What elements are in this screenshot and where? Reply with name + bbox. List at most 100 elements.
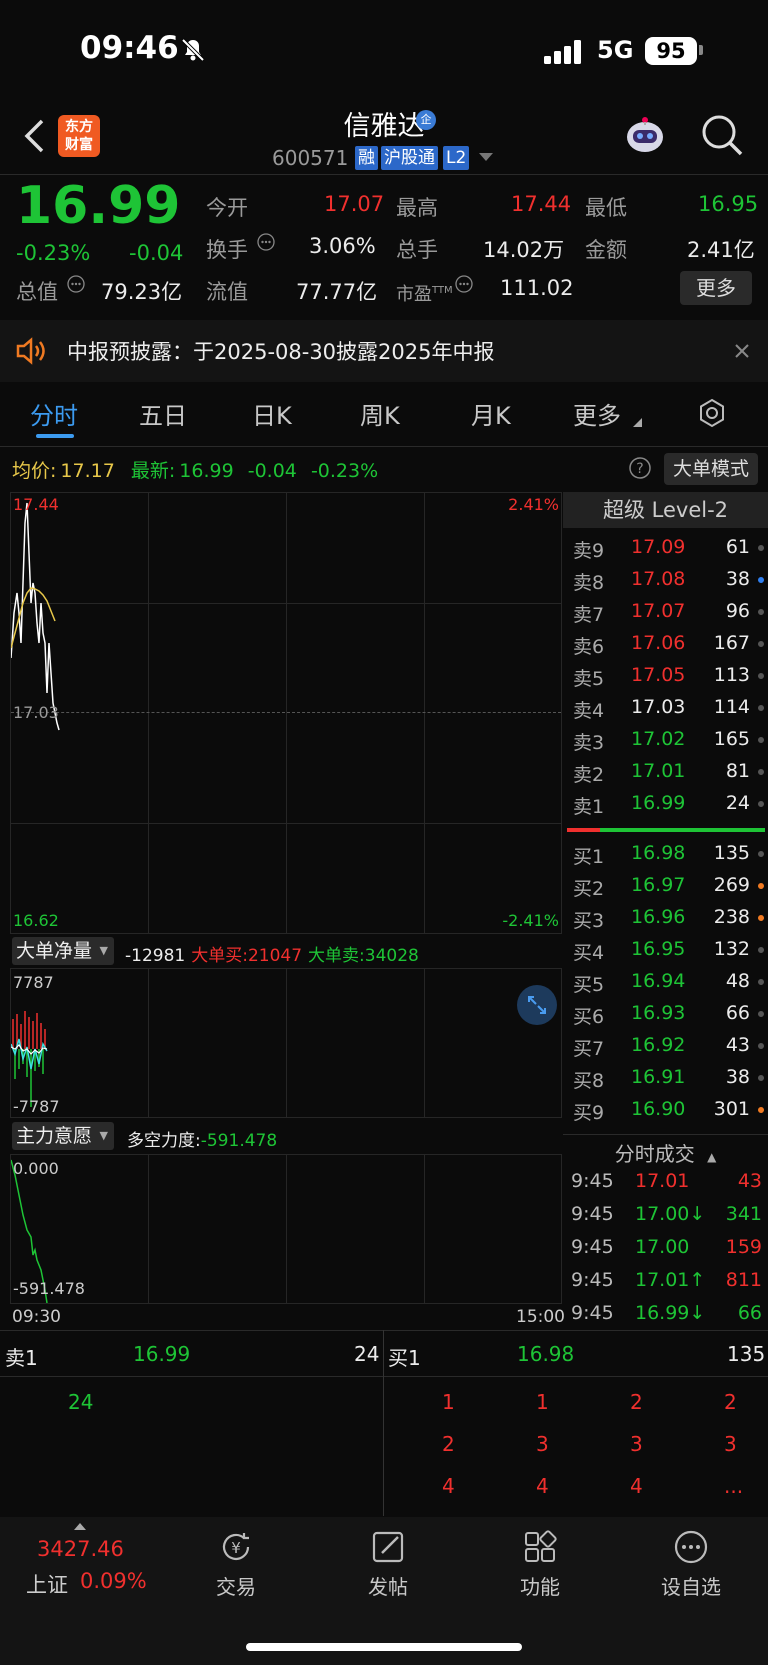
queue-sell-label: 卖1 bbox=[5, 1346, 38, 1370]
ask-volume: 61 bbox=[725, 536, 750, 558]
tab-indicator bbox=[36, 434, 74, 438]
queue-buy-item: 4 bbox=[536, 1474, 549, 1498]
open-value: 17.07 bbox=[324, 192, 385, 216]
trade-volume: 159 bbox=[725, 1236, 762, 1258]
search-icon[interactable] bbox=[700, 113, 744, 157]
yen-icon: ¥ bbox=[222, 1533, 250, 1560]
nav-add-watchlist[interactable]: 设自选 bbox=[641, 1529, 741, 1609]
index-value[interactable]: 3427.46 bbox=[37, 1537, 124, 1561]
queue-buy-item: 4 bbox=[630, 1474, 643, 1498]
close-icon[interactable] bbox=[734, 343, 750, 359]
ask-level: 卖5 bbox=[573, 668, 605, 690]
large-order-mode-button[interactable]: 大单模式 bbox=[664, 453, 758, 485]
bid-row[interactable]: 买4 16.95 132 bbox=[563, 934, 768, 966]
bid-price: 16.97 bbox=[631, 874, 686, 896]
bid-level: 买4 bbox=[573, 942, 605, 964]
ask-level: 卖7 bbox=[573, 604, 605, 626]
bid-row[interactable]: 买5 16.94 48 bbox=[563, 966, 768, 998]
ask-row[interactable]: 卖3 17.02 165 bbox=[563, 724, 768, 756]
tab-daily-k[interactable]: 日K bbox=[252, 396, 292, 431]
chart-summary: 均价: 17.17 最新: 16.99 -0.04 -0.23% bbox=[12, 460, 379, 482]
bid-row[interactable]: 买9 16.90 301 bbox=[563, 1094, 768, 1126]
trade-row: 9:45 17.00↓ 341 bbox=[563, 1199, 768, 1232]
bid-level: 买2 bbox=[573, 878, 605, 900]
gear-icon[interactable] bbox=[697, 398, 727, 428]
divider bbox=[563, 1134, 768, 1135]
dot-icon bbox=[758, 673, 764, 679]
trade-price: 17.00↓ bbox=[635, 1203, 706, 1225]
ratio-bar-sell bbox=[567, 828, 600, 832]
time-start: 09:30 bbox=[12, 1307, 61, 1327]
nav-post[interactable]: 发帖 bbox=[338, 1529, 438, 1609]
ask-row[interactable]: 卖7 17.07 96 bbox=[563, 596, 768, 628]
index-percent[interactable]: 0.09% bbox=[80, 1569, 147, 1593]
ask-row[interactable]: 卖6 17.06 167 bbox=[563, 628, 768, 660]
bid-level: 买5 bbox=[573, 974, 605, 996]
index-name[interactable]: 上证 bbox=[26, 1569, 68, 1599]
low-label: 最低 bbox=[585, 196, 627, 220]
trades-title[interactable]: 分时成交 ▲ bbox=[563, 1138, 768, 1167]
bid-price: 16.95 bbox=[631, 938, 686, 960]
dot-icon bbox=[758, 577, 764, 583]
more-button[interactable]: 更多 bbox=[680, 271, 752, 305]
intraday-chart[interactable]: 17.44 2.41% 17.03 16.62 -2.41% bbox=[10, 492, 562, 934]
queue-buy-item: 3 bbox=[724, 1432, 737, 1456]
queue-sell-item: 24 bbox=[68, 1390, 94, 1414]
bid-row[interactable]: 买3 16.96 238 bbox=[563, 902, 768, 934]
nav-trade[interactable]: ¥ 交易 bbox=[186, 1529, 286, 1609]
dot-icon bbox=[758, 801, 764, 807]
nav-functions[interactable]: 功能 bbox=[490, 1529, 590, 1609]
bid-volume: 132 bbox=[713, 938, 750, 960]
battery-level: 95 bbox=[645, 37, 697, 65]
ask-price: 17.07 bbox=[631, 600, 686, 622]
queue-buy-item: 2 bbox=[630, 1390, 643, 1414]
large-order-dropdown[interactable]: 大单净量 ▼ bbox=[12, 937, 115, 965]
net-volume-bars bbox=[11, 1011, 48, 1107]
info-dots-icon[interactable] bbox=[257, 233, 275, 251]
dot-icon bbox=[758, 1107, 764, 1113]
main-force-dropdown[interactable]: 主力意愿 ▼ bbox=[12, 1122, 115, 1150]
nav-post-label: 发帖 bbox=[368, 1575, 408, 1599]
dropdown-caret-icon[interactable] bbox=[479, 153, 493, 161]
tab-five-day[interactable]: 五日 bbox=[139, 396, 187, 431]
trade-row: 9:45 17.01↑ 811 bbox=[563, 1265, 768, 1298]
dot-icon bbox=[758, 979, 764, 985]
ask-row[interactable]: 卖2 17.01 81 bbox=[563, 756, 768, 788]
bid-row[interactable]: 买6 16.93 66 bbox=[563, 998, 768, 1030]
dot-icon bbox=[758, 641, 764, 647]
market-cap-value: 79.23亿 bbox=[101, 280, 183, 304]
bid-row[interactable]: 买2 16.97 269 bbox=[563, 870, 768, 902]
notice-bar[interactable]: 中报预披露：于2025-08-30披露2025年中报 bbox=[0, 320, 768, 382]
ask-row[interactable]: 卖4 17.03 114 bbox=[563, 692, 768, 724]
amount-value: 2.41亿 bbox=[687, 238, 755, 262]
ask-row[interactable]: 卖1 16.99 24 bbox=[563, 788, 768, 820]
ask-row[interactable]: 卖9 17.09 61 bbox=[563, 532, 768, 564]
queue-buy-item: 2 bbox=[442, 1432, 455, 1456]
ask-row[interactable]: 卖8 17.08 38 bbox=[563, 564, 768, 596]
ask-volume: 81 bbox=[725, 760, 750, 782]
bid-price: 16.96 bbox=[631, 906, 686, 928]
dot-icon bbox=[758, 1075, 764, 1081]
robot-assistant-icon[interactable] bbox=[624, 115, 666, 157]
help-icon[interactable]: ? bbox=[628, 456, 652, 480]
tab-monthly-k[interactable]: 月K bbox=[471, 396, 511, 431]
tab-more[interactable]: 更多 bbox=[573, 396, 621, 431]
large-order-stats: -12981 大单买:21047 大单卖:34028 bbox=[125, 946, 419, 966]
info-dots-icon[interactable] bbox=[455, 275, 473, 293]
expand-button[interactable] bbox=[517, 985, 557, 1025]
bid-row[interactable]: 买1 16.98 135 bbox=[563, 838, 768, 870]
queue-buy-volume: 135 bbox=[727, 1342, 766, 1366]
info-dots-icon[interactable] bbox=[67, 275, 85, 293]
trade-row: 9:45 16.99↓ 66 bbox=[563, 1298, 768, 1331]
bid-row[interactable]: 买7 16.92 43 bbox=[563, 1030, 768, 1062]
svg-text:?: ? bbox=[636, 461, 643, 477]
ask-volume: 38 bbox=[725, 568, 750, 590]
tab-intraday[interactable]: 分时 bbox=[30, 396, 78, 431]
trade-time: 9:45 bbox=[571, 1302, 614, 1324]
trade-volume: 341 bbox=[725, 1203, 762, 1225]
trade-price: 17.00 bbox=[635, 1236, 690, 1258]
bid-row[interactable]: 买8 16.91 38 bbox=[563, 1062, 768, 1094]
bid-level: 买7 bbox=[573, 1038, 605, 1060]
ask-row[interactable]: 卖5 17.05 113 bbox=[563, 660, 768, 692]
tab-weekly-k[interactable]: 周K bbox=[360, 396, 400, 431]
